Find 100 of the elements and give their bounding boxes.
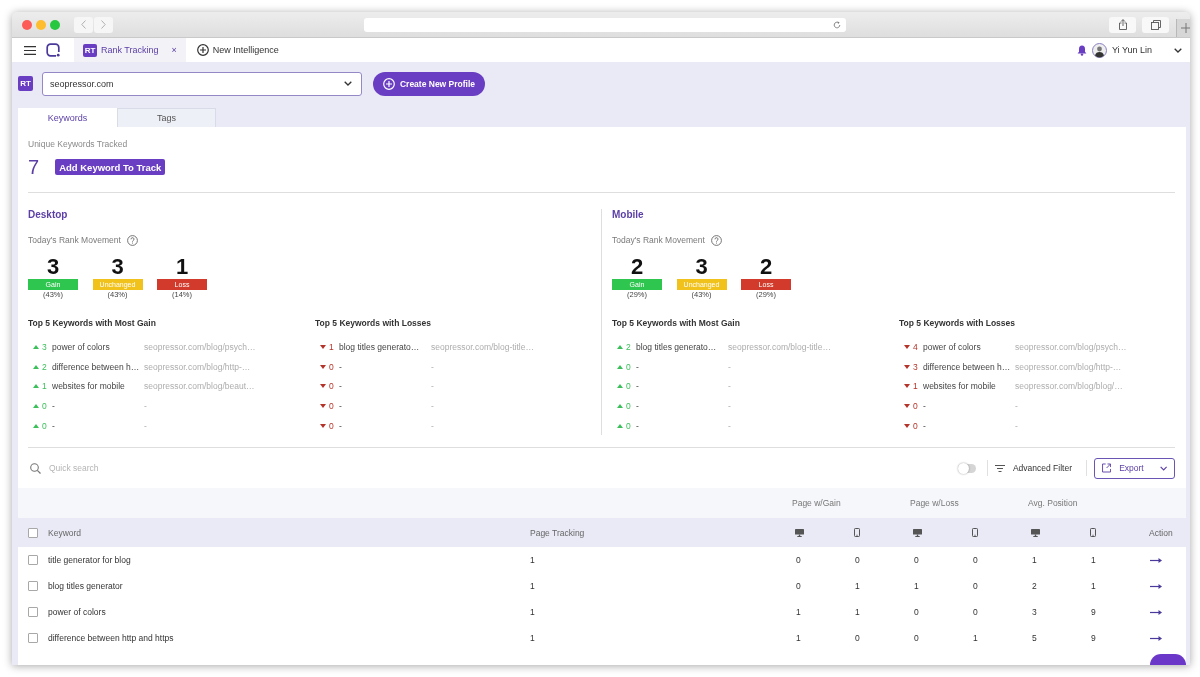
- triangle-down-icon: [320, 364, 326, 369]
- rank-change: 0: [329, 400, 334, 411]
- row-checkbox[interactable]: [28, 607, 38, 618]
- triangle-down-icon: [904, 344, 910, 349]
- arrow-right-icon[interactable]: [1150, 557, 1162, 563]
- table-cell: title generator for blog: [48, 555, 131, 566]
- arrow-right-icon[interactable]: [1150, 609, 1162, 615]
- phone-icon: [854, 528, 860, 538]
- monitor-icon: [1031, 528, 1040, 537]
- rank-movement-label: Today's Rank Movement: [28, 235, 121, 245]
- list-title: Top 5 Keywords with Losses: [899, 318, 1016, 328]
- tab[interactable]: Keywords: [18, 108, 117, 127]
- triangle-down-icon: [320, 403, 326, 408]
- url-text: -: [1015, 420, 1018, 431]
- row-checkbox[interactable]: [28, 555, 38, 566]
- tab[interactable]: Tags: [117, 108, 216, 127]
- filter-icon: [994, 464, 1005, 472]
- chevron-right-icon: [101, 20, 106, 29]
- tab-badge: RT: [83, 43, 97, 57]
- table-cell: 0: [796, 581, 801, 592]
- column-group-header: Page w/Loss: [910, 498, 959, 509]
- app-tab[interactable]: New Intelligence: [185, 38, 288, 62]
- stat-value: 2: [630, 257, 644, 277]
- back-button[interactable]: [74, 16, 93, 33]
- stat-value: 3: [695, 257, 708, 277]
- row-checkbox[interactable]: [28, 633, 38, 644]
- search-field[interactable]: Quick search: [49, 463, 249, 474]
- share-button[interactable]: [1109, 16, 1136, 33]
- logo-icon[interactable]: [46, 43, 60, 57]
- table-cell: 1: [1091, 555, 1096, 566]
- url-text: seopressor.com/blog/http-…: [1015, 361, 1122, 372]
- triangle-up-icon: [617, 384, 623, 389]
- menu-icon[interactable]: [24, 45, 36, 55]
- address-field[interactable]: [364, 17, 846, 32]
- row-checkbox[interactable]: [28, 581, 38, 592]
- new-tab-button[interactable]: [1176, 19, 1190, 37]
- url-text: -: [431, 381, 434, 392]
- bell-icon[interactable]: [1076, 44, 1087, 56]
- arrow-right-icon[interactable]: [1150, 583, 1162, 589]
- keyword-text: -: [52, 400, 55, 411]
- close-window-button[interactable]: [22, 19, 32, 30]
- url-text: seopressor.com/blog-title…: [728, 341, 831, 352]
- rank-change: 0: [329, 381, 334, 392]
- help-icon[interactable]: [126, 234, 138, 246]
- arrow-right-icon[interactable]: [1150, 635, 1162, 641]
- url-text: -: [728, 381, 731, 392]
- list-title: Top 5 Keywords with Losses: [315, 318, 432, 328]
- rank-change: 4: [913, 341, 918, 352]
- url-text: seopressor.com/blog/psych…: [144, 341, 256, 352]
- stat-value: 2: [759, 257, 773, 277]
- table-cell: 9: [1091, 633, 1096, 644]
- export-button[interactable]: Export: [1094, 457, 1175, 479]
- column-header: Page Tracking: [530, 527, 585, 538]
- help-icon[interactable]: [710, 234, 722, 246]
- tab-overview-button[interactable]: [1142, 16, 1169, 33]
- profile-select[interactable]: seopressor.com: [42, 71, 362, 96]
- share-icon: [1118, 19, 1127, 30]
- phone-icon: [972, 528, 978, 538]
- monitor-icon: [795, 528, 804, 537]
- chat-button[interactable]: [1150, 654, 1186, 665]
- create-profile-button[interactable]: Create New Profile: [373, 71, 485, 96]
- export-icon: [1102, 463, 1112, 474]
- url-text: seopressor.com/blog/blog/…: [1015, 381, 1123, 392]
- rank-change: 1: [913, 381, 918, 392]
- table-cell: blog titles generator: [48, 581, 123, 592]
- chevron-down-icon: [1159, 465, 1167, 471]
- close-tab-button[interactable]: ×: [171, 45, 177, 55]
- forward-button[interactable]: [94, 16, 113, 33]
- triangle-up-icon: [33, 384, 39, 389]
- triangle-down-icon: [320, 384, 326, 389]
- keyword-text: -: [52, 420, 55, 431]
- url-text: -: [144, 400, 147, 411]
- zoom-window-button[interactable]: [50, 19, 60, 30]
- keyword-text: -: [636, 361, 639, 372]
- table-cell: 1: [855, 607, 860, 618]
- section-title: Desktop: [28, 209, 68, 220]
- keyword-text: difference between h…: [923, 361, 1011, 372]
- table-cell: 1: [796, 633, 801, 644]
- table-cell: 0: [973, 555, 978, 566]
- minimize-window-button[interactable]: [36, 19, 46, 30]
- triangle-down-icon: [320, 344, 326, 349]
- keyword-text: -: [923, 400, 926, 411]
- select-all-checkbox[interactable]: [28, 527, 38, 538]
- rank-change: 3: [42, 341, 47, 352]
- avatar-icon: [1091, 42, 1107, 58]
- rank-change: 0: [626, 361, 631, 372]
- rank-change: 1: [42, 381, 47, 392]
- keyword-text: difference between h…: [52, 361, 140, 372]
- url-text: -: [728, 400, 731, 411]
- advanced-filter-button[interactable]: Advanced Filter: [994, 463, 1072, 474]
- reload-icon[interactable]: [833, 20, 841, 29]
- toggle-switch[interactable]: [957, 463, 976, 473]
- rank-change: 0: [42, 400, 47, 411]
- keyword-count: 7: [28, 157, 40, 177]
- app-tab[interactable]: RT Rank Tracking ×: [74, 38, 186, 62]
- add-keyword-button[interactable]: Add Keyword To Track: [55, 159, 166, 175]
- url-text: -: [1015, 400, 1018, 411]
- keyword-text: blog titles generato…: [339, 341, 420, 352]
- keyword-text: websites for mobile: [52, 381, 125, 392]
- user-menu-button[interactable]: Yi Yun Lin: [1091, 42, 1182, 58]
